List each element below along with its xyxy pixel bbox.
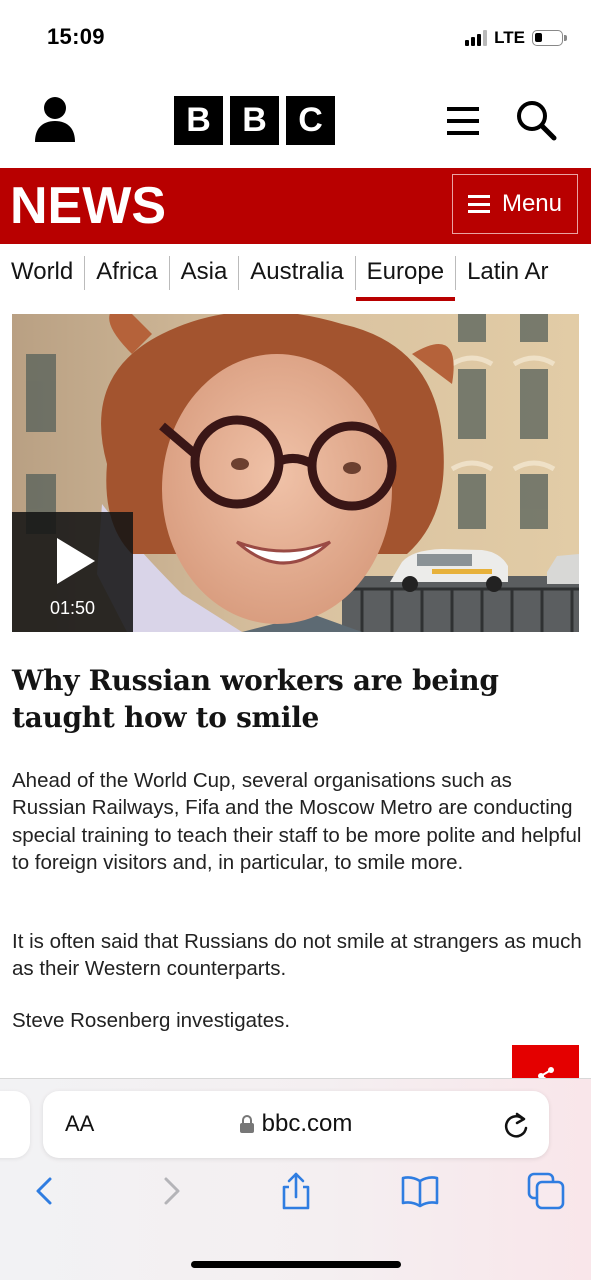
battery-icon (532, 30, 567, 46)
signal-icon (465, 30, 488, 46)
hamburger-icon[interactable] (447, 107, 479, 135)
article-paragraph: Steve Rosenberg investigates. (12, 1009, 291, 1032)
nav-item-europe[interactable]: Europe (355, 256, 457, 301)
bbc-logo-letter: B (174, 96, 223, 145)
bbc-logo-letter: C (286, 96, 335, 145)
nav-item-africa[interactable]: Africa (85, 256, 170, 290)
section-nav: World Africa Asia Australia Europe Latin… (0, 244, 591, 302)
play-button[interactable]: 01:50 (12, 512, 133, 632)
menu-button[interactable]: Menu (452, 174, 578, 234)
share-icon[interactable] (276, 1171, 316, 1211)
search-icon[interactable] (515, 99, 557, 141)
article-paragraph: It is often said that Russians do not sm… (12, 930, 582, 981)
network-label: LTE (494, 28, 525, 47)
status-time: 15:09 (47, 24, 105, 49)
news-logo[interactable]: NEWS (10, 176, 166, 236)
video-player[interactable]: 01:50 (12, 314, 579, 632)
status-bar: 15:09 LTE (0, 0, 591, 72)
url-display[interactable]: bbc.com (43, 1110, 549, 1138)
nav-item-australia[interactable]: Australia (239, 256, 356, 290)
bookmarks-icon[interactable] (400, 1171, 440, 1211)
back-icon[interactable] (24, 1171, 64, 1211)
forward-icon[interactable] (152, 1171, 192, 1211)
nav-item-world[interactable]: World (0, 256, 86, 290)
play-icon (57, 538, 95, 584)
lock-icon (239, 1115, 254, 1133)
bbc-header: B B C (0, 72, 591, 168)
video-duration: 01:50 (49, 598, 96, 618)
news-bar: NEWS Menu (0, 168, 591, 244)
menu-icon (467, 195, 490, 213)
previous-tab-preview[interactable] (0, 1091, 30, 1158)
status-indicators: LTE (465, 28, 567, 48)
article-paragraph: Ahead of the World Cup, several organisa… (12, 769, 582, 874)
browser-bottom-bar: AA bbc.com (0, 1078, 591, 1280)
url-text: bbc.com (261, 1110, 353, 1137)
tabs-icon[interactable] (526, 1171, 566, 1211)
reload-icon[interactable] (503, 1111, 529, 1139)
menu-label: Menu (501, 190, 563, 217)
bbc-logo[interactable]: B B C (174, 96, 335, 145)
account-icon[interactable] (33, 96, 77, 142)
home-indicator (191, 1261, 401, 1268)
bbc-logo-letter: B (230, 96, 279, 145)
nav-item-asia[interactable]: Asia (170, 256, 240, 290)
nav-item-latin-america[interactable]: Latin Ar (456, 256, 559, 290)
article-headline: Why Russian workers are being taught how… (12, 664, 499, 734)
browser-toolbar (0, 1171, 591, 1221)
address-bar[interactable]: AA bbc.com (43, 1091, 549, 1158)
